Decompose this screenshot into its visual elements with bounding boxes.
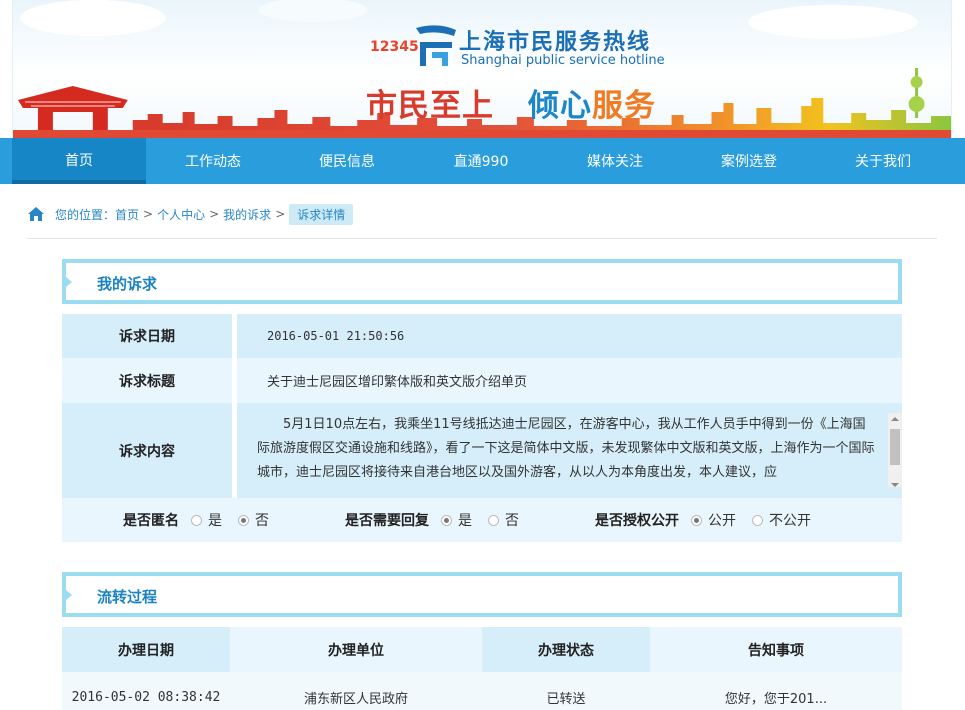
- breadcrumb-separator: >: [275, 207, 286, 221]
- slogan-part-b2: 服务: [592, 88, 656, 124]
- flow-header-unit: 办理单位: [230, 627, 482, 672]
- header-banner: 12345 上海市民服务热线 Shanghai public service h…: [12, 0, 952, 138]
- flow-cell-unit: 浦东新区人民政府: [303, 691, 408, 707]
- nav-convenience-info[interactable]: 便民信息: [280, 138, 414, 184]
- breadcrumb-separator: >: [209, 207, 220, 221]
- anonymous-option-group: 是否匿名 是 否: [123, 510, 285, 530]
- flow-cell-date: 2016-05-02 08:38:42: [71, 689, 221, 705]
- appeal-section-header: 我的诉求: [62, 259, 902, 304]
- scroll-down-arrow-icon[interactable]: [891, 483, 899, 487]
- reply-no-text: 否: [505, 513, 519, 529]
- public-yes-text: 公开: [708, 513, 736, 529]
- appeal-subject-row: 诉求标题 关于迪士尼园区增印繁体版和英文版介绍单页: [62, 358, 902, 403]
- content-scrollbar[interactable]: [888, 413, 902, 487]
- public-option-group: 是否授权公开 公开 不公开: [595, 510, 827, 530]
- anonymous-label: 是否匿名: [123, 513, 179, 529]
- divider: [27, 238, 937, 239]
- appeal-subject-value: 关于迪士尼园区增印繁体版和英文版介绍单页: [237, 358, 902, 403]
- main-nav: 首页 工作动态 便民信息 直通990 媒体关注 案例选登 关于我们: [0, 138, 965, 184]
- section-arrow-icon: [66, 277, 72, 287]
- public-yes-option[interactable]: 公开: [691, 510, 736, 530]
- public-no-option[interactable]: 不公开: [752, 510, 811, 530]
- breadcrumb-separator: >: [143, 207, 154, 221]
- public-no-text: 不公开: [769, 513, 811, 529]
- home-icon: [28, 207, 44, 221]
- reply-yes-radio[interactable]: [441, 514, 452, 526]
- appeal-content-box[interactable]: 5月1日10点左右，我乘坐11号线抵达迪士尼园区，在游客中心，我从工作人员手中得…: [257, 403, 902, 487]
- breadcrumb-prefix: 您的位置：: [55, 207, 116, 222]
- table-row: 2016-05-02 08:38:42 浦东新区人民政府 已转送 您好，您于20…: [62, 672, 902, 710]
- appeal-options-row: 是否匿名 是 否 是否需要回复 是 否 是否授权公开 公开 不公开: [62, 498, 902, 542]
- reply-no-radio[interactable]: [488, 514, 499, 526]
- nav-direct-990[interactable]: 直通990: [414, 138, 548, 184]
- anonymous-yes-option[interactable]: 是: [191, 510, 222, 530]
- breadcrumb-home[interactable]: 首页: [115, 206, 139, 223]
- flow-section-header: 流转过程: [62, 572, 902, 617]
- flow-table-header: 办理日期 办理单位 办理状态 告知事项: [62, 627, 902, 672]
- anonymous-yes-radio[interactable]: [191, 514, 202, 526]
- site-title-cn: 上海市民服务热线: [459, 30, 652, 55]
- appeal-content-row: 诉求内容 5月1日10点左右，我乘坐11号线抵达迪士尼园区，在游客中心，我从工作…: [62, 403, 902, 498]
- appeal-subject-label: 诉求标题: [62, 358, 232, 403]
- slogan-part-b: 倾心服务: [528, 80, 656, 125]
- appeal-content-label: 诉求内容: [62, 403, 232, 498]
- scroll-up-arrow-icon[interactable]: [891, 417, 899, 421]
- flow-section-title: 流转过程: [97, 588, 158, 606]
- flow-header-notice: 告知事项: [650, 627, 902, 672]
- anonymous-no-text: 否: [255, 513, 269, 529]
- flow-cell-notice[interactable]: 您好，您于201...: [650, 672, 902, 710]
- public-yes-radio[interactable]: [691, 514, 702, 526]
- reply-yes-text: 是: [458, 513, 472, 529]
- anonymous-yes-text: 是: [208, 513, 222, 529]
- anonymous-no-radio[interactable]: [238, 514, 249, 526]
- public-label: 是否授权公开: [595, 513, 679, 529]
- appeal-section-title: 我的诉求: [97, 275, 158, 293]
- breadcrumb-personal-center[interactable]: 个人中心: [157, 206, 205, 223]
- slogan-part-b1: 倾心: [528, 88, 592, 124]
- appeal-content-text: 5月1日10点左右，我乘坐11号线抵达迪士尼园区，在游客中心，我从工作人员手中得…: [257, 417, 875, 480]
- flow-cell-status: 已转送: [546, 691, 586, 707]
- breadcrumb-my-appeals[interactable]: 我的诉求: [223, 206, 271, 223]
- slogan-part-a: 市民至上: [366, 88, 494, 124]
- nav-home[interactable]: 首页: [12, 138, 146, 184]
- nav-cases[interactable]: 案例选登: [682, 138, 816, 184]
- hotline-logo: 12345: [370, 25, 456, 66]
- flow-header-status: 办理状态: [482, 627, 650, 672]
- nav-work-news[interactable]: 工作动态: [146, 138, 280, 184]
- reply-option-group: 是否需要回复 是 否: [345, 510, 535, 530]
- logo-digits: 12345: [370, 39, 419, 55]
- appeal-date-value: 2016-05-01 21:50:56: [237, 314, 902, 358]
- site-title-en: Shanghai public service hotline: [461, 53, 665, 68]
- scroll-thumb[interactable]: [890, 429, 900, 465]
- flow-header-date: 办理日期: [62, 627, 230, 672]
- reply-no-option[interactable]: 否: [488, 510, 519, 530]
- appeal-detail-table: 诉求日期 2016-05-01 21:50:56 诉求标题 关于迪士尼园区增印繁…: [62, 314, 902, 542]
- appeal-content-cell: 5月1日10点左右，我乘坐11号线抵达迪士尼园区，在游客中心，我从工作人员手中得…: [237, 403, 902, 498]
- appeal-date-row: 诉求日期 2016-05-01 21:50:56: [62, 314, 902, 358]
- breadcrumb-current: 诉求详情: [289, 203, 354, 225]
- public-no-radio[interactable]: [752, 514, 763, 526]
- nav-media[interactable]: 媒体关注: [548, 138, 682, 184]
- reply-yes-option[interactable]: 是: [441, 510, 472, 530]
- flow-table: 办理日期 办理单位 办理状态 告知事项 2016-05-02 08:38:42 …: [62, 627, 902, 710]
- nav-about[interactable]: 关于我们: [816, 138, 950, 184]
- appeal-date-label: 诉求日期: [62, 314, 232, 358]
- anonymous-no-option[interactable]: 否: [238, 510, 269, 530]
- reply-label: 是否需要回复: [345, 513, 429, 529]
- breadcrumb: 您的位置： 首页 > 个人中心 > 我的诉求 > 诉求详情: [27, 203, 354, 225]
- section-arrow-icon: [66, 590, 72, 600]
